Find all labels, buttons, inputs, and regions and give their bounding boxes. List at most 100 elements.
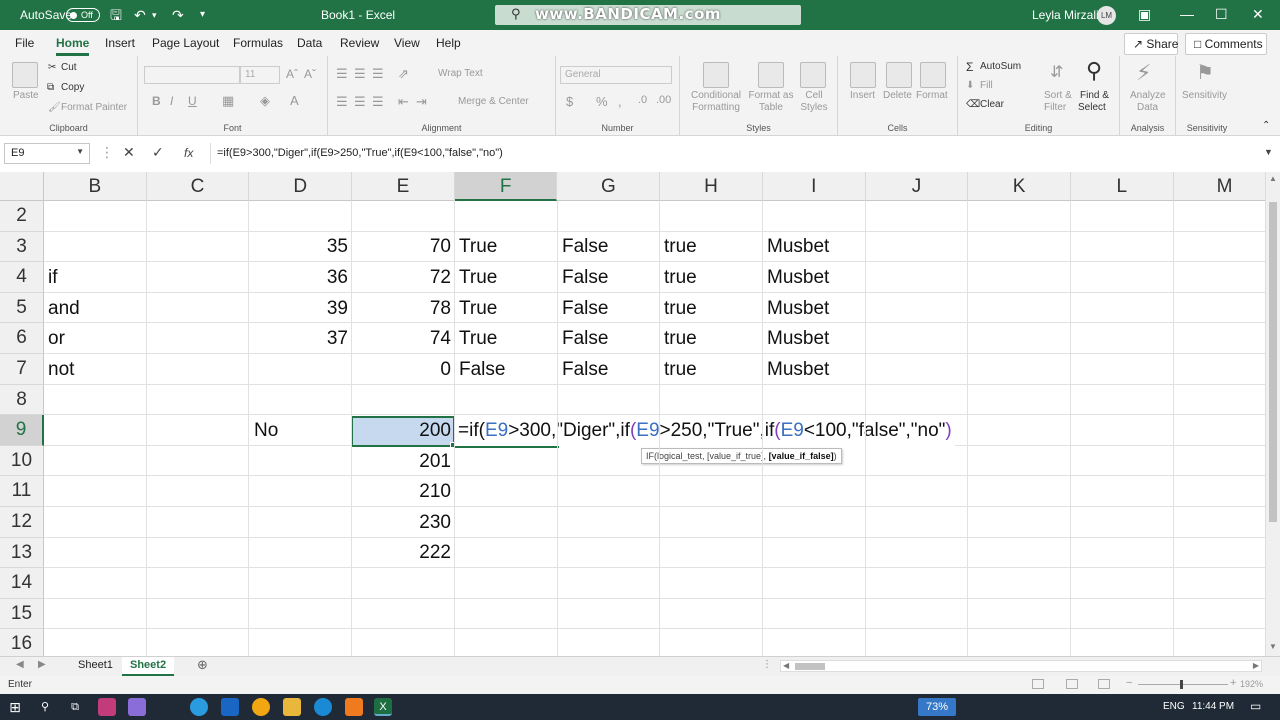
cell-b7[interactable]: not [48, 359, 74, 381]
analyze-data-button[interactable]: Analyze [1130, 90, 1166, 101]
align-left-icon[interactable]: ☰ [336, 94, 348, 110]
cell-i3[interactable]: Musbet [767, 236, 829, 258]
cut-button[interactable]: Cut [61, 62, 77, 73]
column-header-i[interactable]: I [763, 172, 866, 201]
cell-e5[interactable]: 78 [355, 298, 451, 320]
file-explorer-icon[interactable] [283, 698, 301, 716]
row-header-15[interactable]: 15 [0, 598, 44, 630]
paste-button[interactable]: Paste [13, 90, 39, 101]
save-icon[interactable]: 🖫 [110, 6, 122, 24]
orientation-icon[interactable]: ⇗ [398, 66, 409, 82]
cell-f3[interactable]: True [459, 236, 497, 258]
cancel-icon[interactable]: ✕ [123, 144, 135, 161]
cell-e3[interactable]: 70 [355, 236, 451, 258]
cell-d3[interactable]: 35 [252, 236, 348, 258]
tab-data[interactable]: Data [297, 36, 322, 50]
align-right-icon[interactable]: ☰ [372, 94, 384, 110]
clock[interactable]: 11:44 PM [1192, 701, 1234, 712]
function-tooltip[interactable]: IF(logical_test, [value_if_true], [value… [641, 448, 842, 464]
edge-icon[interactable] [314, 698, 332, 716]
expand-formula-bar-icon[interactable]: ▼ [1264, 147, 1273, 157]
align-center-icon[interactable]: ☰ [354, 94, 366, 110]
font-size-combo[interactable]: 11 [240, 66, 280, 84]
cell-e6[interactable]: 74 [355, 328, 451, 350]
wrap-text-button[interactable]: Wrap Text [438, 68, 483, 79]
column-header-m[interactable]: M [1174, 172, 1265, 201]
cell-f7[interactable]: False [459, 359, 505, 381]
find-select-button[interactable]: Find & [1080, 90, 1109, 101]
delete-cells-button[interactable]: Delete [883, 90, 912, 101]
cell-g4[interactable]: False [562, 267, 608, 289]
telegram-icon[interactable] [190, 698, 208, 716]
cell-g6[interactable]: False [562, 328, 608, 350]
cell-h7[interactable]: true [664, 359, 697, 381]
decrease-decimal-icon[interactable]: .00 [656, 94, 671, 106]
cell-e13[interactable]: 222 [355, 542, 451, 564]
row-header-9[interactable]: 9 [0, 415, 44, 446]
row-header-6[interactable]: 6 [0, 323, 44, 354]
cell-d5[interactable]: 39 [252, 298, 348, 320]
ribbon-display-icon[interactable]: ▣ [1138, 6, 1151, 23]
cell-g7[interactable]: False [562, 359, 608, 381]
insert-function-icon[interactable]: fx [184, 146, 193, 160]
row-header-7[interactable]: 7 [0, 354, 44, 385]
cell-e10[interactable]: 201 [355, 451, 451, 473]
normal-view-icon[interactable] [1032, 679, 1044, 689]
row-header-4[interactable]: 4 [0, 262, 44, 293]
insert-cells-button[interactable]: Insert [850, 90, 875, 101]
customize-qat-icon[interactable]: ▾ [200, 6, 205, 24]
row-header-10[interactable]: 10 [0, 445, 44, 477]
page-layout-view-icon[interactable] [1066, 679, 1078, 689]
worksheet-grid[interactable]: BCDEFGHIJKLM 35 70 True False true Musbe… [0, 172, 1265, 656]
align-middle-icon[interactable]: ☰ [354, 66, 366, 82]
sheet-tab-sheet1[interactable]: Sheet1 [70, 657, 121, 676]
column-header-f[interactable]: F [454, 172, 558, 201]
scroll-right-icon[interactable]: ▶ [1253, 661, 1259, 670]
cell-g3[interactable]: False [562, 236, 608, 258]
cell-styles-button[interactable]: Cell [798, 90, 830, 101]
cell-i7[interactable]: Musbet [767, 359, 829, 381]
column-header-d[interactable]: D [249, 172, 353, 201]
cell-e11[interactable]: 210 [355, 481, 451, 503]
cell-h5[interactable]: true [664, 298, 697, 320]
search-box[interactable]: ⚲ www.BANDICAM.com [495, 5, 801, 25]
column-header-e[interactable]: E [352, 172, 455, 201]
sort-filter-button[interactable]: Sort & [1044, 90, 1072, 101]
font-name-combo[interactable] [144, 66, 240, 84]
row-header-12[interactable]: 12 [0, 507, 44, 538]
borders-icon[interactable]: ▦ [222, 93, 234, 109]
bold-button[interactable]: B [152, 94, 161, 108]
italic-button[interactable]: I [170, 94, 173, 108]
cell-f6[interactable]: True [459, 328, 497, 350]
page-break-view-icon[interactable] [1098, 679, 1110, 689]
vertical-scrollbar[interactable]: ▲ ▼ [1265, 172, 1280, 656]
number-format-combo[interactable]: General [560, 66, 672, 84]
column-header-h[interactable]: H [660, 172, 763, 201]
notifications-icon[interactable]: ▭ [1250, 699, 1261, 713]
cell-b6[interactable]: or [48, 328, 65, 350]
column-header-k[interactable]: K [968, 172, 1071, 201]
tab-home[interactable]: Home [56, 36, 90, 56]
undo-icon[interactable]: ↶ [134, 6, 146, 24]
horizontal-scroll-thumb[interactable] [795, 663, 825, 670]
autosum-button[interactable]: AutoSum [980, 61, 1021, 72]
row-header-11[interactable]: 11 [0, 476, 44, 507]
tab-page-layout[interactable]: Page Layout [152, 36, 219, 50]
cell-h4[interactable]: true [664, 267, 697, 289]
formula-input[interactable]: =if(E9>300,"Diger",if(E9>250,"True",if(E… [210, 143, 1270, 164]
search-icon[interactable]: ⚲ [36, 698, 54, 716]
tab-view[interactable]: View [394, 36, 420, 50]
cell-h3[interactable]: true [664, 236, 697, 258]
cell-b4[interactable]: if [48, 267, 58, 289]
new-sheet-icon[interactable]: ⊕ [197, 657, 208, 673]
column-header-j[interactable]: J [866, 172, 969, 201]
avatar[interactable]: LM [1097, 6, 1116, 25]
row-header-3[interactable]: 3 [0, 231, 44, 263]
battery-indicator[interactable]: 73% [918, 698, 956, 716]
row-header-16[interactable]: 16 [0, 629, 44, 656]
increase-decimal-icon[interactable]: .0 [638, 94, 647, 106]
tab-insert[interactable]: Insert [105, 36, 135, 50]
row-header-2[interactable]: 2 [0, 201, 44, 232]
column-header-c[interactable]: C [147, 172, 250, 201]
select-all-button[interactable] [0, 172, 44, 201]
